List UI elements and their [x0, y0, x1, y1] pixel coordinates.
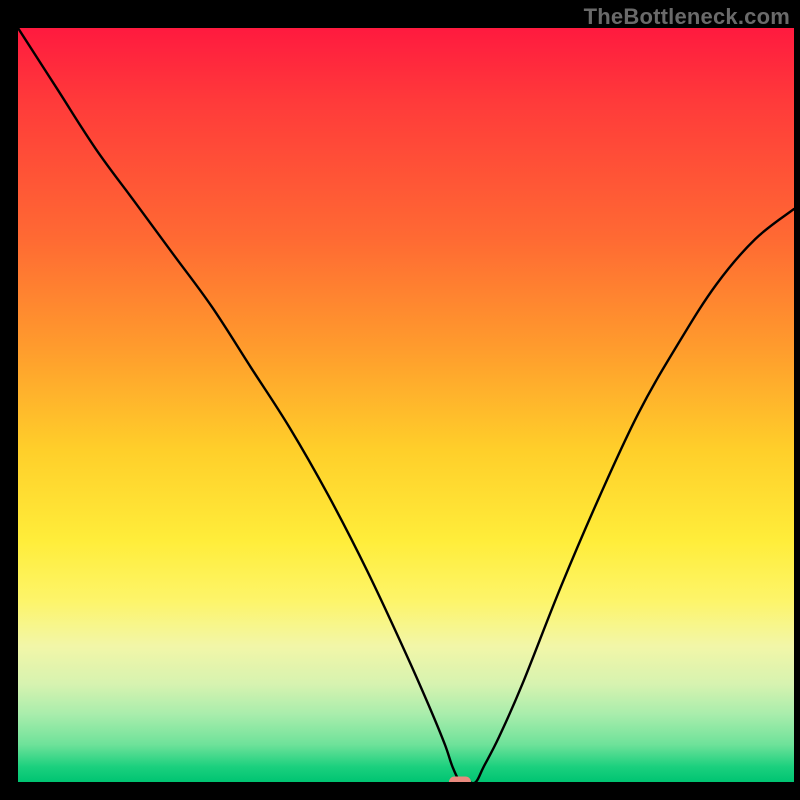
plot-area	[18, 28, 794, 782]
min-point-marker	[449, 777, 471, 783]
watermark-text: TheBottleneck.com	[584, 4, 790, 30]
bottleneck-curve	[18, 28, 794, 782]
chart-frame: TheBottleneck.com	[0, 0, 800, 800]
